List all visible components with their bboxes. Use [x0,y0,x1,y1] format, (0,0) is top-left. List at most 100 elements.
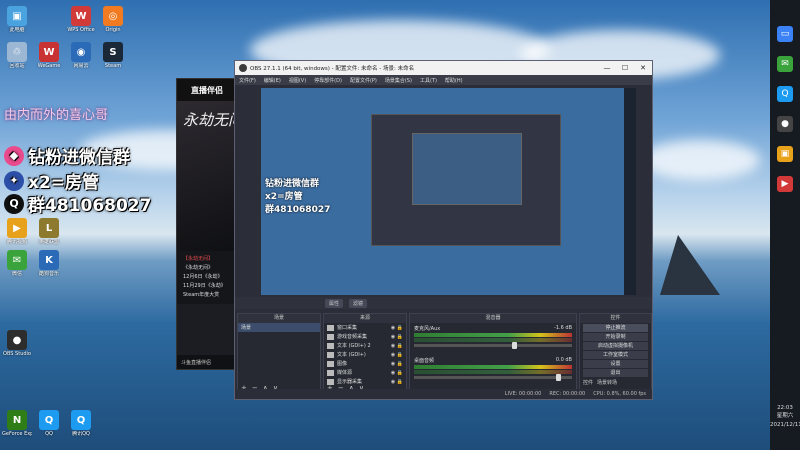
minimize-button[interactable]: — [598,64,616,72]
menu-docks[interactable]: 停靠部件(D) [314,77,342,84]
app-icon: Q [39,410,59,430]
track-name: 桌面音频 [414,358,435,364]
desktop-icon[interactable]: K 酷狗音乐 [34,250,64,278]
windows-taskbar: ▭ ✉ Q ● ▣ ▶ 22:03 星期六 2021/12/11 [770,0,800,450]
obs-icon[interactable]: ● [777,116,793,132]
visibility-toggle-icon[interactable]: ◉ 🔒 [391,325,403,331]
desktop-icon[interactable]: W WeGame [34,42,64,70]
desktop-icon[interactable]: ▣ 此电脑 [2,6,32,34]
desktop-icon[interactable]: Q QQ [34,410,64,438]
desktop-icon[interactable]: W WPS Office [66,6,96,34]
desktop-icon[interactable]: ♲ 回收站 [2,42,32,70]
mixer-track-mic: 麦克风/Aux -1.6 dB [410,323,576,349]
diamond-icon: ◆ [4,145,24,166]
desktop-icon[interactable]: ● OBS Studio [2,330,32,358]
obs-window[interactable]: OBS 27.1.1 (64 bit, windows) - 配置文件: 未命名… [234,60,653,400]
preview-overlay-text: x2=房管 [265,192,303,202]
menu-scene-collection[interactable]: 场景集合(S) [385,77,412,84]
volume-slider-knob[interactable] [556,374,562,381]
menu-file[interactable]: 文件(F) [239,77,256,84]
desktop-icon[interactable]: ▶ 腾讯视频 [2,218,32,246]
obs-menubar: 文件(F) 编辑(E) 视图(V) 停靠部件(D) 配置文件(P) 场景集合(S… [235,75,652,85]
app-icon: ▣ [7,6,27,26]
audio-mixer-dock: 混音器 麦克风/Aux -1.6 dB 桌面音频 0.0 dB [409,313,577,395]
visibility-toggle-icon[interactable]: ◉ 🔒 [391,379,403,385]
studio-mode-button[interactable]: 工作室模式 [583,351,648,359]
virtual-camera-button[interactable]: 启动虚拟摄像机 [583,342,648,350]
live-status: LIVE: 00:00:00 [504,391,542,397]
visibility-toggle-icon[interactable]: ◉ 🔒 [391,334,403,340]
menu-edit[interactable]: 编辑(E) [264,77,281,84]
volume-slider-knob[interactable] [511,342,517,349]
controls-dock: 控件 停止推流 开始录制 启动虚拟摄像机 工作室模式 设置 退出 控件 场景转场 [579,313,652,395]
app-icon: ◎ [103,6,123,26]
stop-streaming-button[interactable]: 停止推流 [583,324,648,332]
obs-preview[interactable]: 钻粉进微信群 x2=房管 群481068027 [261,88,636,295]
desktop-icon[interactable]: ◎ Origin [98,6,128,34]
desktop-icon[interactable]: S Steam [98,42,128,70]
nested-obs-preview-inner [412,133,522,205]
close-button[interactable]: ✕ [634,64,652,72]
overlay-line-group: Q 群481068027 [4,191,151,216]
filters-button[interactable]: 滤镜 [349,298,368,308]
qq-icon[interactable]: Q [777,86,793,102]
source-item[interactable]: 窗口采集 ◉ 🔒 [324,323,406,332]
source-type-icon [327,369,334,376]
wechat-icon[interactable]: ✉ [777,56,793,72]
desktop-icon[interactable]: Q 腾讯QQ [66,410,96,438]
desktop-icon-label: 英雄联盟 [38,239,59,245]
preview-overlay-text: 群481068027 [265,205,331,215]
sources-dock: 来源 窗口采集 ◉ 🔒 游戏音频采集 ◉ 🔒 文本 (GDI+) 2 ◉ 🔒 文本 (GDI… [323,313,407,395]
app-icon: Q [71,410,91,430]
desktop-icon-label: 微信 [11,271,22,277]
volume-slider[interactable] [414,342,572,349]
menu-help[interactable]: 帮助(H) [445,77,463,84]
app-icon[interactable]: ▣ [777,146,793,162]
menu-view[interactable]: 视图(V) [289,77,306,84]
qq-penguin-icon: Q [4,193,24,214]
visibility-toggle-icon[interactable]: ◉ 🔒 [391,361,403,367]
source-item[interactable]: 文本 (GDI+) 2 ◉ 🔒 [324,341,406,350]
exit-button[interactable]: 退出 [583,369,648,377]
volume-slider[interactable] [414,374,572,381]
overlay-line-admin: ✦ x2=房管 [4,168,99,193]
live-icon[interactable]: ▶ [777,176,793,192]
desktop-icon-label: WPS Office [67,27,95,33]
maximize-button[interactable]: ☐ [616,64,634,72]
desktop-icon-label: 腾讯QQ [72,431,90,437]
tab-controls[interactable]: 控件 [583,379,593,386]
menu-tools[interactable]: 工具(T) [420,77,437,84]
obs-titlebar[interactable]: OBS 27.1.1 (64 bit, windows) - 配置文件: 未命名… [235,61,652,75]
menu-profile[interactable]: 配置文件(P) [350,77,377,84]
desktop-icon-label: WeGame [37,63,61,69]
start-recording-button[interactable]: 开始录制 [583,333,648,341]
source-item[interactable]: 图像 ◉ 🔒 [324,359,406,368]
tab-transitions[interactable]: 场景转场 [597,379,617,386]
source-list: 窗口采集 ◉ 🔒 游戏音频采集 ◉ 🔒 文本 (GDI+) 2 ◉ 🔒 文本 (GDI+) ◉… [324,323,406,386]
track-db: 0.0 dB [555,357,572,363]
desktop-icon[interactable]: ✉ 微信 [2,250,32,278]
clock-time[interactable]: 22:03 [770,404,800,412]
desktop-icon-label: Origin [105,27,121,33]
visibility-toggle-icon[interactable]: ◉ 🔒 [391,343,403,349]
source-item[interactable]: 媒体源 ◉ 🔒 [324,368,406,377]
properties-button[interactable]: 属性 [325,298,344,308]
desktop-icon[interactable]: ◉ 网易云 [66,42,96,70]
obs-logo-icon [239,64,247,72]
desktop-icon[interactable]: NGeForce Experience [2,410,32,438]
source-item[interactable]: 文本 (GDI+) ◉ 🔒 [324,350,406,359]
volume-meter [414,338,572,342]
app-icon: S [103,42,123,62]
desktop-icon-label: 腾讯视频 [6,239,27,245]
desktop-icon[interactable]: L 英雄联盟 [34,218,64,246]
scene-item[interactable]: 场景 [238,323,320,332]
task-view-icon[interactable]: ▭ [777,26,793,42]
clock-weekday: 星期六 [776,413,794,419]
rec-status: REC: 00:00:00 [549,391,586,397]
visibility-toggle-icon[interactable]: ◉ 🔒 [391,370,403,376]
source-item[interactable]: 游戏音频采集 ◉ 🔒 [324,332,406,341]
settings-button[interactable]: 设置 [583,360,648,368]
cpu-status: CPU: 0.8%, 60.00 fps [593,391,646,397]
desktop-icon-label: 网易云 [73,63,89,69]
visibility-toggle-icon[interactable]: ◉ 🔒 [391,352,403,358]
